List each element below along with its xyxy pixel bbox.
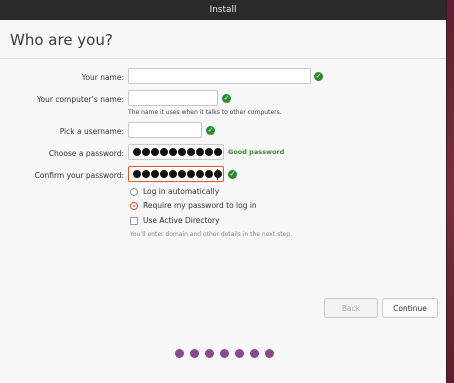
radio-button-selected[interactable] <box>130 201 138 210</box>
checkbox[interactable] <box>130 216 138 225</box>
confirm-mask-dot <box>196 170 204 178</box>
confirm-mask-dot <box>160 170 168 178</box>
text-caret <box>217 169 218 180</box>
check-circle-icon: ✓ <box>314 72 323 81</box>
step-progress <box>175 349 274 358</box>
password-mask-dot <box>169 148 177 156</box>
name-label: Your name: <box>81 73 124 82</box>
check-circle-icon: ✓ <box>228 170 237 179</box>
password-label: Choose a password: <box>48 149 124 158</box>
password-mask-dot <box>205 148 213 156</box>
password-mask-dot <box>160 148 168 156</box>
progress-step-dot <box>220 349 229 358</box>
radio-button[interactable] <box>130 187 138 196</box>
password-mask-dot <box>178 148 186 156</box>
desktop-background <box>447 0 454 383</box>
login-automatically-option[interactable]: Log in automatically <box>130 187 219 196</box>
confirm-password-mask <box>133 170 222 178</box>
installer-window: Install Who are you? Your name: ✓ Your c… <box>0 0 447 383</box>
progress-step-dot <box>190 349 199 358</box>
computer-name-input[interactable] <box>128 90 218 106</box>
password-mask-dot <box>151 148 159 156</box>
require-password-option[interactable]: Require my password to log in <box>130 201 257 210</box>
confirm-mask-dot <box>214 170 222 178</box>
confirm-mask-dot <box>151 170 159 178</box>
computer-name-hint: The name it uses when it talks to other … <box>128 109 282 116</box>
confirm-mask-dot <box>133 170 141 178</box>
confirm-mask-dot <box>169 170 177 178</box>
check-circle-icon: ✓ <box>222 94 231 103</box>
progress-step-dot <box>175 349 184 358</box>
header-divider <box>0 58 446 59</box>
confirm-password-label: Confirm your password: <box>34 171 124 180</box>
progress-step-dot <box>235 349 244 358</box>
require-password-label: Require my password to log in <box>143 201 257 210</box>
confirm-mask-dot <box>142 170 150 178</box>
password-mask-dot <box>142 148 150 156</box>
password-strength: Good password <box>228 148 285 156</box>
back-button[interactable]: Back <box>324 298 378 318</box>
confirm-password-input[interactable] <box>128 166 224 182</box>
password-mask-dot <box>196 148 204 156</box>
title-bar: Install <box>0 0 446 20</box>
confirm-mask-dot <box>187 170 195 178</box>
password-mask-dot <box>214 148 222 156</box>
username-label: Pick a username: <box>59 127 124 136</box>
computer-name-label: Your computer’s name: <box>36 95 124 104</box>
password-input[interactable] <box>128 144 224 160</box>
password-mask-dot <box>133 148 141 156</box>
progress-step-dot <box>250 349 259 358</box>
confirm-mask-dot <box>178 170 186 178</box>
check-circle-icon: ✓ <box>206 126 215 135</box>
continue-button[interactable]: Continue <box>382 298 438 318</box>
active-directory-option[interactable]: Use Active Directory <box>130 216 220 225</box>
name-input[interactable] <box>128 68 311 84</box>
page-title: Who are you? <box>10 31 113 49</box>
progress-step-dot <box>265 349 274 358</box>
active-directory-label: Use Active Directory <box>143 216 220 225</box>
username-input[interactable] <box>128 122 202 138</box>
password-mask <box>133 148 222 156</box>
window-title: Install <box>209 5 237 15</box>
password-mask-dot <box>187 148 195 156</box>
progress-step-dot <box>205 349 214 358</box>
login-automatically-label: Log in automatically <box>143 187 220 196</box>
active-directory-note: You’ll enter domain and other details in… <box>130 231 292 238</box>
confirm-mask-dot <box>205 170 213 178</box>
